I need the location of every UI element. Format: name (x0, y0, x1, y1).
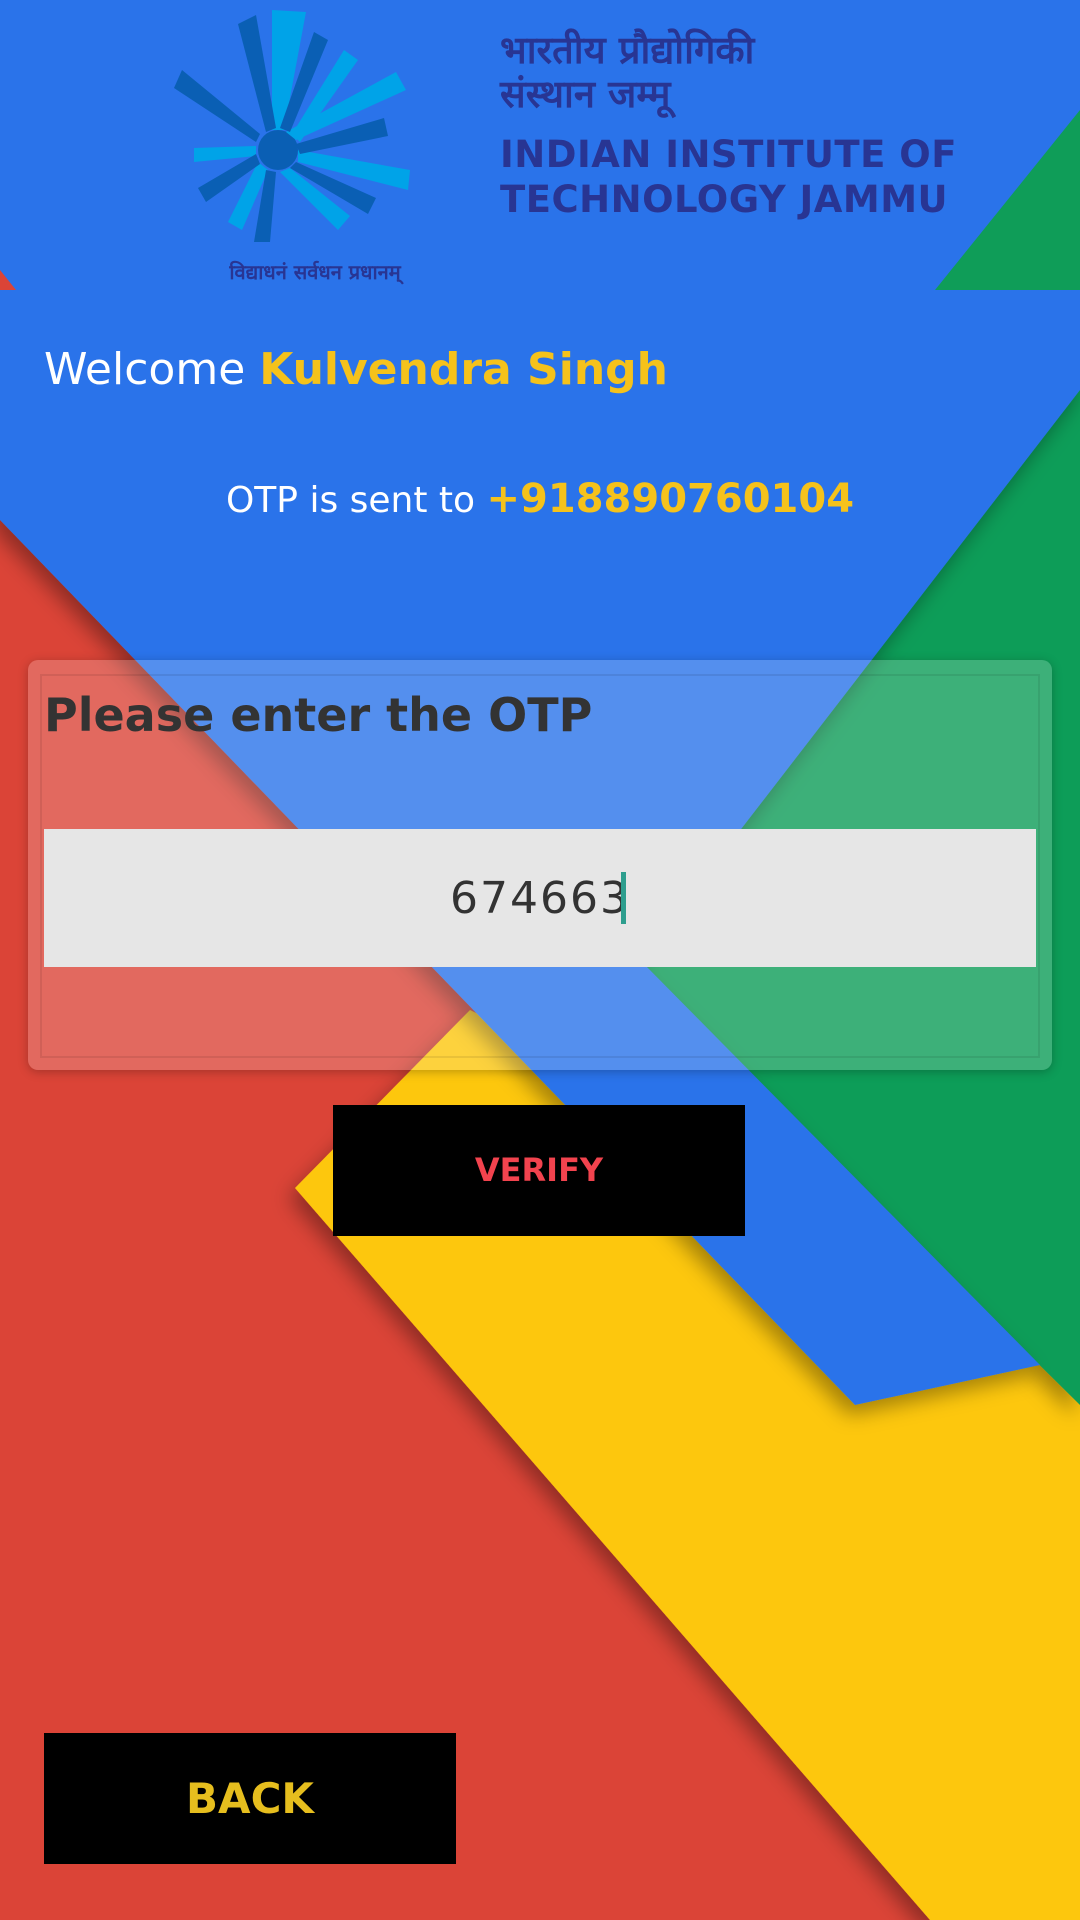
text-cursor (621, 872, 626, 924)
logo-hindi-line-1: भारतीय प्रौद्योगिकी (500, 28, 755, 72)
logo-hindi-line-2: संस्थान जम्मू (500, 72, 671, 116)
otp-sent-notice: OTP is sent to +918890760104 (0, 476, 1080, 522)
logo-english-line-1: INDIAN INSTITUTE OF (500, 133, 957, 176)
logo-hindi-text: भारतीय प्रौद्योगिकी संस्थान जम्मू (500, 28, 920, 116)
logo-english-text: INDIAN INSTITUTE OF TECHNOLOGY JAMMU (500, 132, 1020, 222)
logo-english-line-2: TECHNOLOGY JAMMU (500, 178, 949, 221)
verify-button[interactable]: VERIFY (333, 1105, 745, 1236)
header: भारतीय प्रौद्योगिकी संस्थान जम्मू INDIAN… (0, 0, 1080, 290)
welcome-message: Welcome Kulvendra Singh (44, 344, 668, 395)
logo-motto: विद्याधनं सर्वधन प्रधानम् (229, 260, 401, 284)
otp-sent-prefix: OTP is sent to (225, 480, 476, 521)
iit-jammu-logo-icon (174, 10, 410, 242)
back-button[interactable]: BACK (44, 1733, 456, 1864)
otp-input[interactable] (44, 829, 1036, 967)
phone-number: +918890760104 (486, 476, 855, 522)
otp-card-title: Please enter the OTP (44, 688, 593, 742)
welcome-prefix: Welcome (44, 344, 246, 395)
user-name: Kulvendra Singh (259, 344, 668, 395)
